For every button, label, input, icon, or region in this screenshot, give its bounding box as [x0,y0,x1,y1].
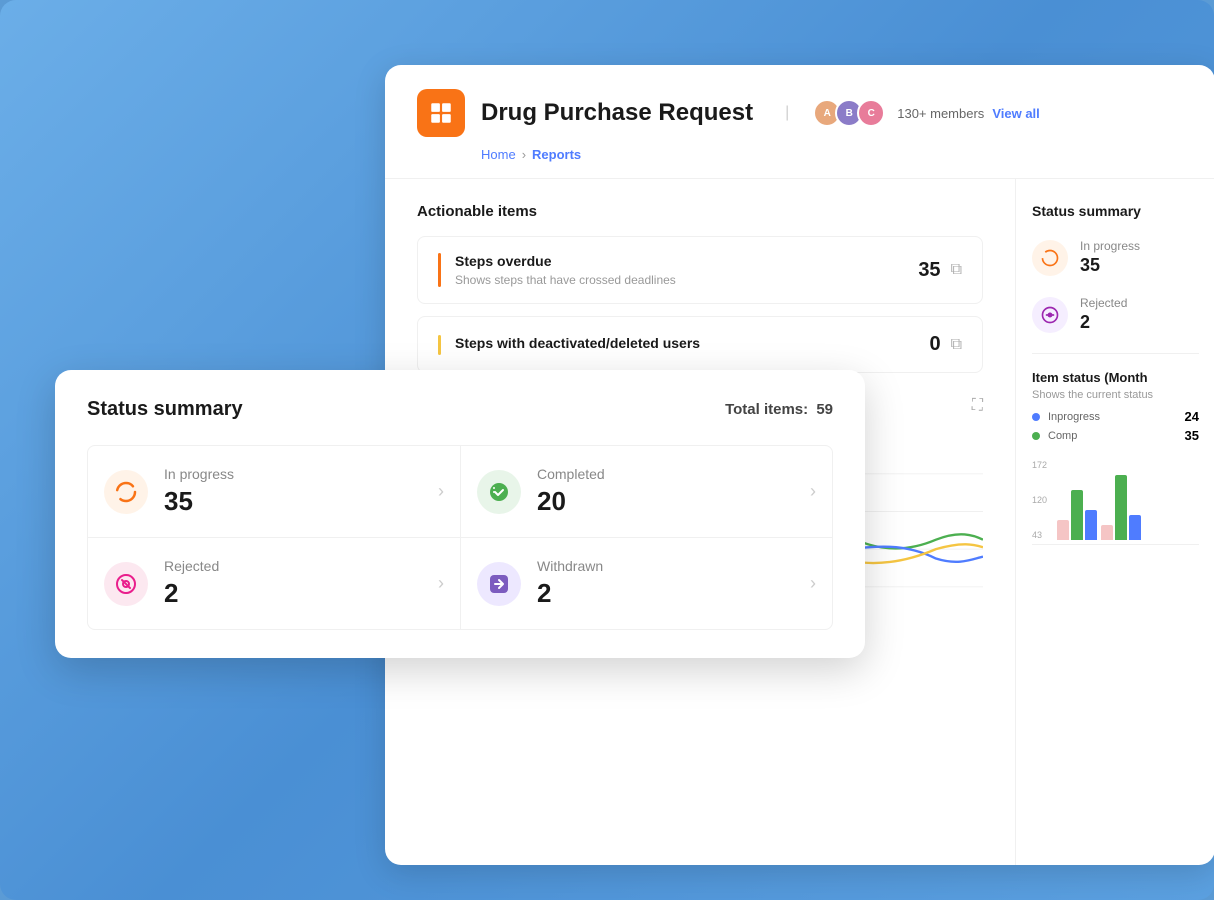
expand-chart-icon[interactable]: ⛶ [972,397,983,415]
sidebar-inprogress-value: 35 [1080,255,1140,276]
chevron-right-completed: › [810,481,816,502]
breadcrumb: Home › Reports [417,147,1183,162]
action-item-deactivated[interactable]: Steps with deactivated/deleted users 0 ⧉ [417,316,983,373]
status-value-rejected: 2 [164,578,422,609]
status-item-withdrawn[interactable]: Withdrawn 2 › [460,537,833,630]
right-sidebar: Status summary In progress 35 [1015,179,1214,865]
chevron-right-rejected: › [438,573,444,594]
breadcrumb-current[interactable]: Reports [532,147,581,162]
y-label-43: 43 [1032,530,1047,540]
status-label-completed: Completed [537,466,794,482]
status-text-withdrawn: Withdrawn 2 [537,558,794,609]
status-icon-inprogress [104,470,148,514]
status-text-inprogress: In progress 35 [164,466,422,517]
bar-groups [1057,460,1141,540]
y-label-120: 120 [1032,495,1047,505]
action-count-overdue: 35 [918,259,940,282]
bar-green-2 [1115,475,1127,540]
legend-label-inprogress: Inprogress [1048,411,1100,423]
status-card-header: Status summary Total items: 59 [87,398,833,421]
external-link-icon-deactivated[interactable]: ⧉ [951,336,962,354]
bar-group-2 [1101,475,1141,540]
sidebar-divider [1032,353,1199,354]
legend-row-inprogress: Inprogress 24 [1032,409,1199,424]
status-value-completed: 20 [537,486,794,517]
sidebar-rejected-label: Rejected [1080,296,1127,310]
bar-group-1 [1057,490,1097,540]
actionable-items-title: Actionable items [417,203,983,220]
status-icon-rejected [104,562,148,606]
legend-dot-inprogress [1032,413,1040,421]
status-label-withdrawn: Withdrawn [537,558,794,574]
sidebar-rejected-value: 2 [1080,312,1127,333]
bar-chart: 172 120 43 [1032,455,1199,545]
item-status-sub: Shows the current status [1032,389,1199,401]
chevron-right-withdrawn: › [810,573,816,594]
sidebar-stat-rejected: Rejected 2 [1032,296,1199,333]
status-summary-card: Status summary Total items: 59 In progre… [55,370,865,658]
bar-pink-1 [1057,520,1069,540]
breadcrumb-separator: › [522,147,526,162]
sidebar-stat-inprogress: In progress 35 [1032,239,1199,276]
status-text-completed: Completed 20 [537,466,794,517]
action-title-overdue: Steps overdue [455,253,676,269]
avatar-3: C [857,99,885,127]
bar-blue-2 [1129,515,1141,540]
action-border-overdue [438,253,441,287]
avatars: A B C [813,99,885,127]
y-label-172: 172 [1032,460,1047,470]
status-value-withdrawn: 2 [537,578,794,609]
members-count: 130+ members [897,106,984,121]
view-all-link[interactable]: View all [992,106,1039,121]
main-header: Drug Purchase Request | A B C 130+ membe… [385,65,1214,179]
status-label-rejected: Rejected [164,558,422,574]
status-item-inprogress[interactable]: In progress 35 › [87,445,460,537]
bar-blue-1 [1085,510,1097,540]
total-items-label: Total items: 59 [725,401,833,418]
sidebar-status-title: Status summary [1032,203,1199,219]
status-value-inprogress: 35 [164,486,422,517]
sidebar-rejected-icon-circle [1032,297,1068,333]
status-text-rejected: Rejected 2 [164,558,422,609]
bar-pink-2 [1101,525,1113,540]
legend-row-completed: Comp 35 [1032,428,1199,443]
action-title-deactivated: Steps with deactivated/deleted users [455,335,700,351]
sidebar-inprogress-icon-circle [1032,240,1068,276]
page-title: Drug Purchase Request [481,99,753,127]
bar-chart-y-labels: 172 120 43 [1032,460,1047,540]
app-icon [417,89,465,137]
status-icon-withdrawn [477,562,521,606]
header-divider: | [785,104,789,122]
members-row: A B C 130+ members View all [813,99,1040,127]
status-grid: In progress 35 › Completed 20 › [87,445,833,630]
action-subtitle-overdue: Shows steps that have crossed deadlines [455,273,676,287]
action-item-overdue[interactable]: Steps overdue Shows steps that have cros… [417,236,983,304]
status-item-completed[interactable]: Completed 20 › [460,445,833,537]
bar-green-1 [1071,490,1083,540]
status-icon-completed [477,470,521,514]
status-card-title: Status summary [87,398,243,421]
legend-label-completed: Comp [1048,430,1077,442]
legend-value-inprogress: 24 [1185,409,1199,424]
action-border-deactivated [438,335,441,355]
chevron-right-inprogress: › [438,481,444,502]
action-count-deactivated: 0 [929,333,940,356]
status-item-rejected[interactable]: Rejected 2 › [87,537,460,630]
status-label-inprogress: In progress [164,466,422,482]
sidebar-inprogress-label: In progress [1080,239,1140,253]
item-status-title: Item status (Month [1032,370,1199,385]
external-link-icon-overdue[interactable]: ⧉ [951,261,962,279]
legend-dot-completed [1032,432,1040,440]
legend-value-completed: 35 [1185,428,1199,443]
breadcrumb-home[interactable]: Home [481,147,516,162]
item-status-section: Item status (Month Shows the current sta… [1032,370,1199,545]
